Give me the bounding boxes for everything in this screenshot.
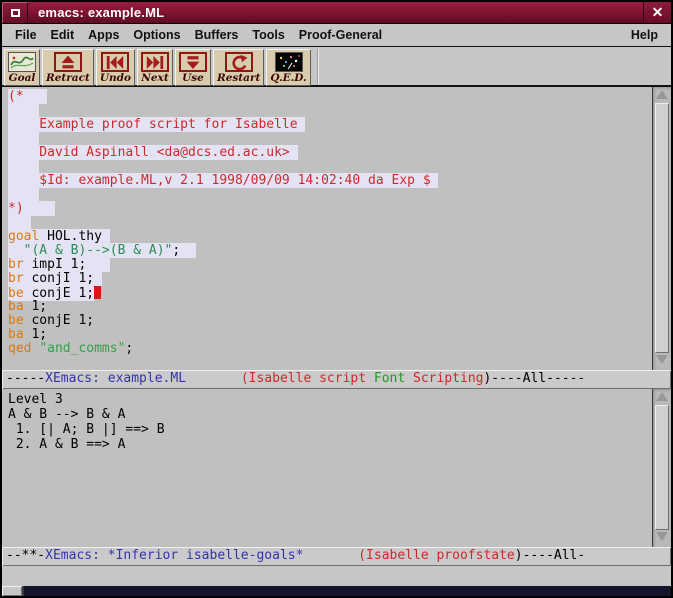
code-line <box>8 188 652 202</box>
code-line: (* <box>8 90 652 104</box>
menubar: File Edit Apps Options Buffers Tools Pro… <box>2 24 671 47</box>
menu-apps[interactable]: Apps <box>81 26 126 44</box>
menu-proof-general[interactable]: Proof-General <box>292 26 389 44</box>
qed-button-label: Q.E.D. <box>270 72 306 85</box>
modeline-segment: --**- <box>6 548 45 563</box>
code-line: "(A & B)-->(B & A)"; <box>8 244 652 258</box>
text-cursor <box>94 286 101 299</box>
qed-fireworks-icon <box>275 52 303 72</box>
goal-button-label: Goal <box>9 72 36 85</box>
next-fastforward-icon <box>141 52 169 72</box>
menu-help[interactable]: Help <box>624 26 665 44</box>
goal-button[interactable]: Goal <box>4 49 40 86</box>
menu-buffers[interactable]: Buffers <box>188 26 246 44</box>
goals-scrollbar[interactable] <box>652 389 671 547</box>
resize-grip[interactable] <box>2 586 24 596</box>
retract-button[interactable]: Retract <box>42 49 94 86</box>
code-line: ba 1; <box>8 300 652 314</box>
code-line <box>8 104 652 118</box>
menu-options[interactable]: Options <box>126 26 187 44</box>
code-line: be conjE 1; <box>8 286 652 300</box>
code-line: br impI 1; <box>8 258 652 272</box>
modeline-segment <box>303 548 358 563</box>
script-buffer-window: (* Example proof script for Isabelle Dav… <box>2 87 671 370</box>
close-button[interactable]: ✕ <box>643 2 671 23</box>
menu-tools[interactable]: Tools <box>245 26 291 44</box>
goals-buffer-text[interactable]: Level 3A & B --> B & A 1. [| A; B |] ==>… <box>2 389 652 547</box>
retract-button-label: Retract <box>46 72 90 85</box>
code-line: $Id: example.ML,v 2.1 1998/09/09 14:02:4… <box>8 174 652 188</box>
goal-icon <box>8 52 36 72</box>
script-scrollbar-thumb[interactable] <box>655 103 669 353</box>
code-line: goal HOL.thy <box>8 230 652 244</box>
xemacs-window: emacs: example.ML ✕ File Edit Apps Optio… <box>0 0 673 598</box>
restart-button[interactable]: Restart <box>213 49 264 86</box>
code-line: *) <box>8 202 652 216</box>
undo-button-label: Undo <box>100 72 131 85</box>
goals-line: Level 3 <box>8 392 652 407</box>
restart-button-label: Restart <box>217 72 260 85</box>
modeline-segment: Scripting <box>405 371 483 386</box>
code-line: be conjE 1; <box>8 314 652 328</box>
goals-line: A & B --> B & A <box>8 407 652 422</box>
toolbar: Goal Retract Undo <box>2 47 671 87</box>
window-menu-button[interactable] <box>2 2 28 23</box>
modeline-segment <box>186 371 241 386</box>
qed-button[interactable]: Q.E.D. <box>266 49 310 86</box>
menu-file[interactable]: File <box>8 26 44 44</box>
retract-eject-icon <box>54 52 82 72</box>
window-title: emacs: example.ML <box>28 2 643 23</box>
next-button-label: Next <box>141 72 168 85</box>
script-buffer-text[interactable]: (* Example proof script for Isabelle Dav… <box>2 87 652 370</box>
goals-buffer-window: Level 3A & B --> B & A 1. [| A; B |] ==>… <box>2 389 671 547</box>
code-line: Example proof script for Isabelle <box>8 118 652 132</box>
script-scrollbar[interactable] <box>652 87 671 370</box>
undo-rewind-icon <box>101 52 129 72</box>
modeline-segment: ----- <box>6 371 45 386</box>
code-line <box>8 132 652 146</box>
code-line: ba 1; <box>8 328 652 342</box>
scroll-down-icon[interactable] <box>656 532 668 541</box>
scroll-down-icon[interactable] <box>656 355 668 364</box>
code-line <box>8 216 652 230</box>
code-line: David Aspinall <da@dcs.ed.ac.uk> <box>8 146 652 160</box>
code-line: br conjI 1; <box>8 272 652 286</box>
use-button-label: Use <box>182 72 204 85</box>
modeline-segment: (Isabelle proofstate <box>358 548 515 563</box>
scroll-up-icon[interactable] <box>656 392 668 401</box>
goals-line: 1. [| A; B |] ==> B <box>8 422 652 437</box>
use-download-icon <box>179 52 207 72</box>
toolbar-divider <box>317 49 319 85</box>
scroll-up-icon[interactable] <box>656 90 668 99</box>
titlebar: emacs: example.ML ✕ <box>2 2 671 24</box>
modeline-segment: (Isabelle script <box>241 371 366 386</box>
modeline-segment: XEmacs: example.ML <box>45 371 186 386</box>
goals-modeline: --**-XEmacs: *Inferior isabelle-goals* (… <box>2 547 671 566</box>
goals-line: 2. A & B ==> A <box>8 437 652 452</box>
code-line <box>8 160 652 174</box>
modeline-segment: )----All- <box>515 548 585 563</box>
code-line: qed "and_comms"; <box>8 342 652 356</box>
goals-scrollbar-thumb[interactable] <box>655 405 669 530</box>
minibuffer[interactable] <box>2 566 671 586</box>
use-button[interactable]: Use <box>175 49 211 86</box>
menu-edit[interactable]: Edit <box>44 26 82 44</box>
bottom-strip <box>2 586 671 596</box>
next-button[interactable]: Next <box>137 49 173 86</box>
undo-button[interactable]: Undo <box>96 49 135 86</box>
modeline-segment: Font <box>366 371 405 386</box>
modeline-segment: XEmacs: *Inferior isabelle-goals* <box>45 548 303 563</box>
modeline-segment: )----All----- <box>483 371 585 386</box>
script-modeline: -----XEmacs: example.ML (Isabelle script… <box>2 370 671 389</box>
restart-cycle-icon <box>225 52 253 72</box>
close-icon: ✕ <box>652 4 664 21</box>
window-menu-icon <box>11 9 20 17</box>
